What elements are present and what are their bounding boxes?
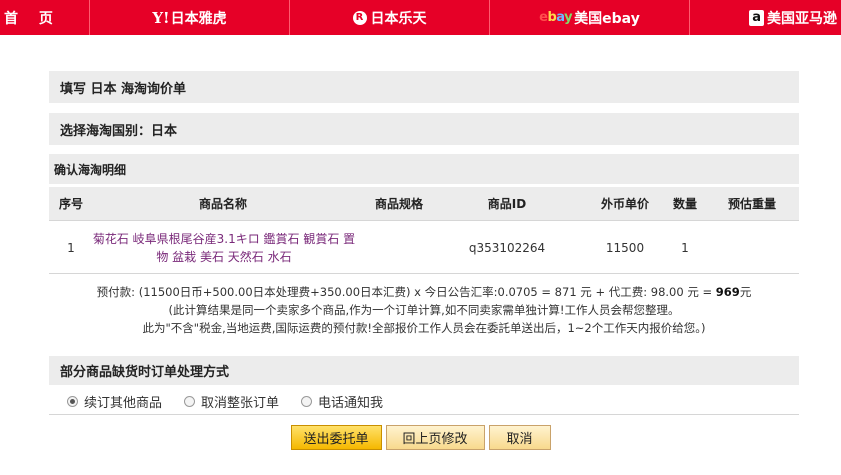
nav-home-link[interactable]: 首 页 <box>0 0 90 35</box>
cancel-button[interactable]: 取消 <box>488 425 551 450</box>
radio-phone-notify-icon[interactable] <box>301 396 313 407</box>
out-of-stock-options: 续订其他商品 取消整张订单 电话通知我 <box>49 389 799 415</box>
option-continue-label: 续订其他商品 <box>84 396 163 411</box>
option-continue[interactable]: 续订其他商品 <box>67 392 162 411</box>
calc-unit: 元 <box>739 285 752 299</box>
radio-cancel-order-icon[interactable] <box>184 396 196 407</box>
form-title: 填写 日本 海淘询价单 <box>49 71 799 103</box>
column-header-spec: 商品规格 <box>374 197 423 211</box>
top-nav: 首 页 Y! 日本雅虎 R 日本乐天 ebay 美国ebay a 美国亚马逊 <box>0 0 841 35</box>
item-name-line1: 菊花石 岐阜県根尾谷産3.1キロ 鑑賞石 観賞石 置 <box>92 232 356 246</box>
country-text: 选择海淘国别：日本 <box>60 123 178 139</box>
column-header-qty: 数量 <box>672 197 697 211</box>
column-header-id: 商品ID <box>487 197 527 211</box>
item-id: q353102264 <box>468 241 546 255</box>
calc-line2: (此计算结果是同一个卖家多个商品,作为一个订单计算,如不同卖家需单独计算!工作人… <box>168 303 680 317</box>
item-qty: 1 <box>681 241 689 255</box>
item-name[interactable]: 菊花石 岐阜県根尾谷産3.1キロ 鑑賞石 観賞石 置 物 盆栽 美石 天然石 水… <box>89 222 359 274</box>
nav-ebay-label: 美国ebay <box>574 10 640 27</box>
option-cancel-order[interactable]: 取消整张订单 <box>184 392 279 411</box>
option-cancel-order-label: 取消整张订单 <box>201 396 280 411</box>
method-title-text: 部分商品缺货时订单处理方式 <box>60 365 230 380</box>
nav-yahoo-link[interactable]: Y! 日本雅虎 <box>90 0 290 35</box>
calc-total: 969 <box>715 285 740 299</box>
submit-order-button[interactable]: 送出委托单 <box>290 425 382 450</box>
prepayment-calculation: 预付款: (11500日币+500.00日本处理费+350.00日本汇费) x … <box>49 283 799 337</box>
detail-header: 确认海淘明细 <box>49 154 799 184</box>
detail-title-text: 确认海淘明细 <box>54 162 127 177</box>
nav-amazon-link[interactable]: a 美国亚马逊 <box>690 0 841 35</box>
option-phone-notify[interactable]: 电话通知我 <box>301 392 383 411</box>
table-header: 序号 商品名称 商品规格 商品ID 外币单价 数量 预估重量 <box>49 187 799 221</box>
nav-amazon-label: 美国亚马逊 <box>767 10 837 27</box>
back-edit-button[interactable]: 回上页修改 <box>385 425 485 450</box>
column-header-weight: 预估重量 <box>727 197 776 211</box>
nav-rakuten-link[interactable]: R 日本乐天 <box>290 0 490 35</box>
option-phone-notify-label: 电话通知我 <box>318 396 384 411</box>
ebay-logo-icon: ebay <box>539 10 573 25</box>
column-header-name: 商品名称 <box>198 197 247 211</box>
nav-home-label: 首 页 <box>4 10 61 27</box>
yahoo-logo-icon: Y! <box>152 8 170 27</box>
rakuten-logo-icon: R <box>352 10 367 25</box>
nav-rakuten-label: 日本乐天 <box>370 10 427 27</box>
form-title-text: 填写 日本 海淘询价单 <box>60 81 187 97</box>
amazon-logo-icon: a <box>749 9 764 26</box>
calc-line3: 此为"不含"税金,当地运费,国际运费的预付款!全部报价工作人员会在委託单送出后，… <box>142 321 706 335</box>
table-row: 1 菊花石 岐阜県根尾谷産3.1キロ 鑑賞石 観賞石 置 物 盆栽 美石 天然石… <box>49 222 799 274</box>
nav-yahoo-label: 日本雅虎 <box>170 10 227 27</box>
radio-continue-icon[interactable] <box>67 396 78 407</box>
item-name-line2: 物 盆栽 美石 天然石 水石 <box>156 250 292 264</box>
item-weight <box>717 222 787 274</box>
calc-line1: 预付款: (11500日币+500.00日本处理费+350.00日本汇费) x … <box>49 283 799 301</box>
out-of-stock-method-header: 部分商品缺货时订单处理方式 <box>49 356 799 385</box>
calc-formula: 预付款: (11500日币+500.00日本处理费+350.00日本汇费) x … <box>96 285 716 299</box>
item-seq: 1 <box>67 241 75 255</box>
nav-ebay-link[interactable]: ebay 美国ebay <box>490 0 690 35</box>
country-selection: 选择海淘国别：日本 <box>49 113 799 145</box>
column-header-seq: 序号 <box>58 197 83 211</box>
action-buttons: 送出委托单 回上页修改 取消 <box>0 425 841 450</box>
item-spec <box>349 222 449 274</box>
